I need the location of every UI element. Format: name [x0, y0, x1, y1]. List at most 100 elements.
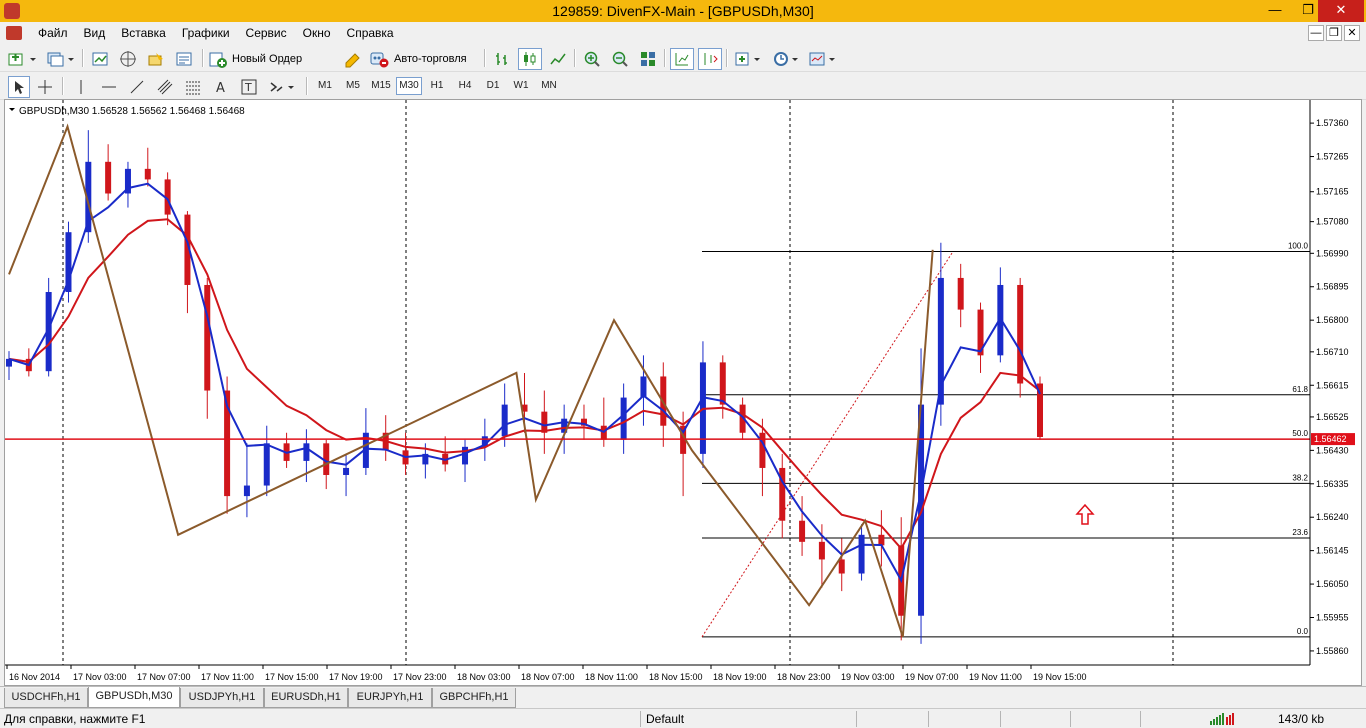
candle-bear [799, 520, 806, 542]
templates-icon[interactable] [806, 48, 840, 70]
tab-usdjpyh-h1[interactable]: USDJPYh,H1 [180, 688, 264, 708]
line-studies-toolbar: A T M1 M5 M15 M30 H1 H4 D1 W1 MN [0, 72, 1366, 100]
price-tick-label: 1.56990 [1316, 248, 1349, 258]
candle-bull [303, 443, 310, 461]
current-price-label: 1.56462 [1314, 434, 1347, 444]
bar-chart-icon[interactable] [490, 48, 514, 70]
price-tick-label: 1.55860 [1316, 646, 1349, 656]
status-help-text: Для справки, нажмите F1 [4, 712, 146, 726]
tab-gbpusdh-m30[interactable]: GBPUSDh,M30 [88, 687, 180, 708]
menu-file[interactable]: Файл [30, 26, 76, 40]
mdi-minimize-button[interactable]: — [1308, 25, 1324, 41]
price-tick-label: 1.57165 [1316, 187, 1349, 197]
app-icon [4, 3, 20, 19]
terminal-icon[interactable] [144, 48, 168, 70]
periods-icon[interactable] [770, 48, 804, 70]
profiles-icon[interactable] [44, 48, 78, 70]
time-tick-label: 19 Nov 03:00 [841, 672, 895, 682]
time-tick-label: 18 Nov 15:00 [649, 672, 703, 682]
tab-usdchfh-h1[interactable]: USDCHFh,H1 [4, 688, 88, 708]
timeframe-d1-button[interactable]: D1 [480, 77, 506, 95]
tab-eurusdh-h1[interactable]: EURUSDh,H1 [264, 688, 348, 708]
equidistant-channel-icon[interactable] [154, 76, 176, 98]
menu-help[interactable]: Справка [339, 26, 402, 40]
time-axis: 16 Nov 2014 17 Nov 03:00 17 Nov 07:00 17 No… [6, 665, 1087, 682]
timeframe-h4-button[interactable]: H4 [452, 77, 478, 95]
svg-text:T: T [244, 81, 252, 94]
trendline-icon[interactable] [126, 76, 148, 98]
svg-text:A: A [216, 81, 225, 95]
candle-bull [243, 485, 250, 497]
menu-tools[interactable]: Сервис [238, 26, 295, 40]
zoom-in-icon[interactable] [580, 48, 604, 70]
chart-autoscroll-icon[interactable] [670, 48, 694, 70]
price-tick-label: 1.56050 [1316, 579, 1349, 589]
time-tick-label: 17 Nov 07:00 [137, 672, 191, 682]
tile-windows-icon[interactable] [636, 48, 660, 70]
auto-trading-button[interactable]: Авто-торговля [368, 48, 480, 70]
new-chart-icon[interactable] [6, 48, 40, 70]
metaeditor-icon[interactable] [340, 48, 366, 70]
timeframe-h1-button[interactable]: H1 [424, 77, 450, 95]
timeframe-m30-button[interactable]: M30 [396, 77, 422, 95]
horizontal-line-icon[interactable] [98, 76, 120, 98]
auto-trading-icon [370, 52, 389, 68]
mdi-restore-button[interactable]: ❐ [1326, 25, 1342, 41]
market-watch-icon[interactable] [88, 48, 112, 70]
status-profile: Default [646, 712, 685, 726]
navigator-icon[interactable] [116, 48, 140, 70]
menu-view[interactable]: Вид [76, 26, 114, 40]
candle-bear [838, 559, 845, 574]
fibonacci-level-label: 61.8 [1292, 385, 1308, 394]
candle-bull [263, 443, 270, 486]
menu-window[interactable]: Окно [295, 26, 339, 40]
crosshair-icon[interactable] [34, 76, 56, 98]
candle-bull [858, 534, 865, 574]
status-traffic: 143/0 kb [1278, 712, 1325, 726]
arrows-icon[interactable] [266, 76, 300, 98]
chart-window[interactable]: 100.0 61.8 50.0 38.2 23.6 0.0 1.56462 1.57360… [4, 99, 1362, 686]
candle-bull [620, 397, 627, 440]
zoom-out-icon[interactable] [608, 48, 632, 70]
time-tick-label: 17 Nov 15:00 [265, 672, 319, 682]
time-tick-label: 19 Nov 11:00 [969, 672, 1022, 682]
strategy-tester-icon[interactable] [172, 48, 196, 70]
line-chart-icon[interactable] [546, 48, 570, 70]
tab-eurjpyh-h1[interactable]: EURJPYh,H1 [348, 688, 432, 708]
menu-charts[interactable]: Графики [174, 26, 238, 40]
timeframe-mn-button[interactable]: MN [536, 77, 562, 95]
timeframe-m1-button[interactable]: M1 [312, 77, 338, 95]
window-title: 129859: DivenFX-Main - [GBPUSDh,M30] [552, 3, 814, 19]
new-order-button[interactable]: Новый Ордер [208, 48, 338, 70]
time-tick-label: 17 Nov 03:00 [73, 672, 127, 682]
chart-header-dropdown-icon[interactable] [9, 108, 15, 111]
candle-bear [878, 534, 885, 546]
price-chart[interactable]: 100.0 61.8 50.0 38.2 23.6 0.0 1.56462 1.57360… [5, 100, 1361, 685]
menu-insert[interactable]: Вставка [113, 26, 174, 40]
price-tick-label: 1.56430 [1316, 445, 1349, 455]
candle-bear [144, 168, 151, 180]
price-tick-label: 1.56240 [1316, 512, 1349, 522]
connection-status-icon[interactable] [1210, 713, 1236, 725]
time-tick-label: 18 Nov 23:00 [777, 672, 831, 682]
fibonacci-retracement-icon[interactable] [182, 76, 204, 98]
candlestick-chart-icon[interactable] [518, 48, 542, 70]
price-tick-label: 1.56525 [1316, 412, 1349, 422]
tab-gbpchfh-h1[interactable]: GBPCHFh,H1 [432, 688, 516, 708]
indicators-icon[interactable] [732, 48, 766, 70]
timeframe-m15-button[interactable]: M15 [368, 77, 394, 95]
text-icon[interactable]: A [210, 76, 232, 98]
new-order-icon [209, 52, 227, 68]
text-label-icon[interactable]: T [238, 76, 260, 98]
fibonacci-level-label: 38.2 [1292, 473, 1308, 482]
mdi-close-button[interactable]: ✕ [1344, 25, 1360, 41]
timeframe-m5-button[interactable]: M5 [340, 77, 366, 95]
up-arrow-marker[interactable] [1075, 503, 1095, 525]
close-button[interactable]: ✕ [1318, 0, 1364, 22]
auto-trading-label: Авто-торговля [394, 53, 467, 65]
price-tick-label: 1.57080 [1316, 217, 1349, 227]
chart-shift-icon[interactable] [698, 48, 722, 70]
cursor-icon[interactable] [8, 76, 30, 98]
vertical-line-icon[interactable] [70, 76, 92, 98]
timeframe-w1-button[interactable]: W1 [508, 77, 534, 95]
